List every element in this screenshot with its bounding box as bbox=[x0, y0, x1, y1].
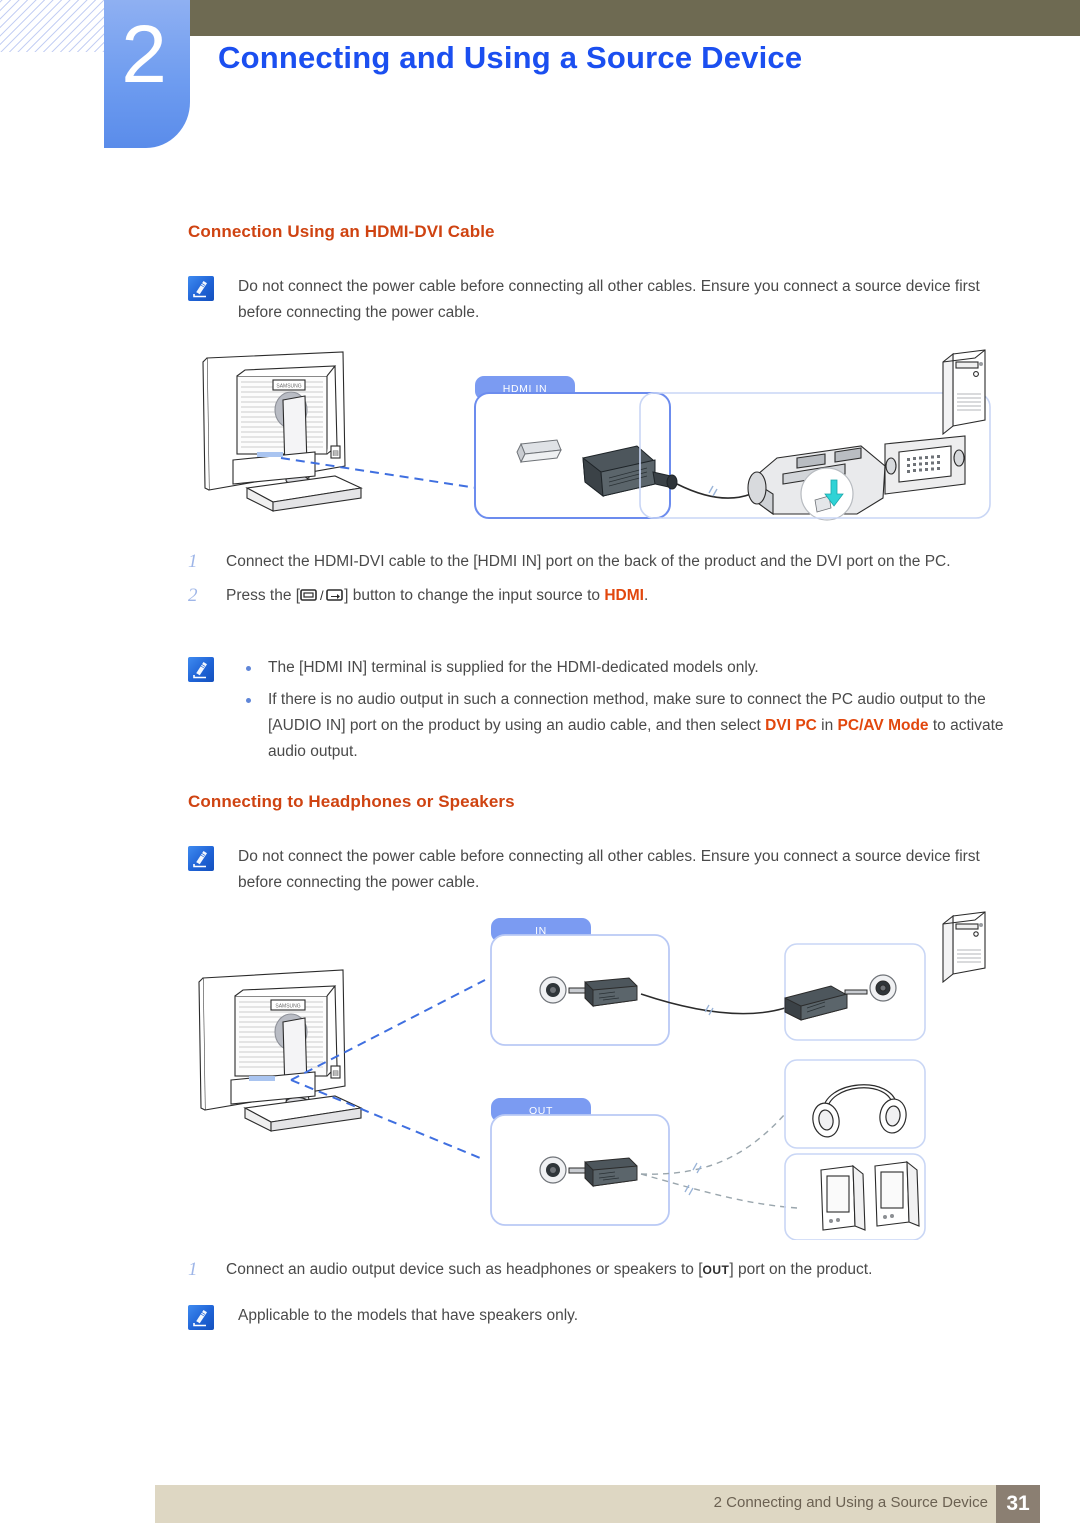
header-olive-bar bbox=[188, 0, 1080, 36]
note-text: Applicable to the models that have speak… bbox=[238, 1307, 579, 1324]
diagram-hdmi-dvi-connection: SAMSUNG ▤ HDMI IN bbox=[202, 349, 991, 521]
dvi-plug-illustration bbox=[747, 445, 886, 521]
pc-tower-illustration bbox=[942, 911, 986, 984]
bullet-highlight-dvi-pc: DVI PC bbox=[765, 717, 817, 734]
callout-audio-in: IN bbox=[490, 918, 670, 1046]
step-text-after: ] port on the product. bbox=[729, 1261, 873, 1278]
headphones-illustration bbox=[812, 1084, 907, 1138]
svg-text:SAMSUNG: SAMSUNG bbox=[275, 1004, 300, 1010]
cable-line-hdmi-dvi bbox=[676, 483, 752, 499]
step-text-mid: ] button to change the input source to bbox=[344, 587, 605, 604]
dvi-port-illustration bbox=[884, 435, 966, 495]
hdmi-port-illustration bbox=[516, 439, 562, 464]
source-key-icon: / bbox=[300, 588, 343, 603]
note-block-hdmi-bullets: The [HDMI IN] terminal is supplied for t… bbox=[188, 655, 1028, 771]
audio-out-jack-illustration bbox=[539, 1156, 638, 1188]
page-number: 31 bbox=[1006, 1492, 1030, 1515]
bullet-text: The [HDMI IN] terminal is supplied for t… bbox=[268, 659, 759, 676]
chapter-number: 2 bbox=[121, 9, 167, 100]
step-text-before: Connect an audio output device such as h… bbox=[226, 1261, 703, 1278]
steps-list-audio: 1 Connect an audio output device such as… bbox=[188, 1256, 872, 1290]
step-number: 2 bbox=[188, 585, 198, 606]
step-text-after: . bbox=[643, 587, 649, 604]
diagram-audio-connection: SAMSUNG ▤ IN OUT bbox=[198, 911, 986, 1240]
note-icon bbox=[188, 657, 214, 682]
note-text: Do not connect the power cable before co… bbox=[238, 278, 980, 321]
out-key-icon: OUT bbox=[702, 1263, 730, 1277]
step-item: 1 Connect an audio output device such as… bbox=[188, 1256, 872, 1284]
note-block-audio-power-cable: Do not connect the power cable before co… bbox=[188, 844, 1008, 896]
chapter-number-badge: 2 bbox=[104, 0, 190, 148]
step-text: Press the [ / ] button to change the input… bbox=[226, 582, 648, 610]
svg-text:SAMSUNG: SAMSUNG bbox=[276, 384, 301, 390]
audio-in-jack-illustration bbox=[539, 976, 638, 1008]
step-text: Connect an audio output device such as h… bbox=[226, 1256, 872, 1284]
bullet-item: The [HDMI IN] terminal is supplied for t… bbox=[238, 655, 1028, 681]
step-item: 1 Connect the HDMI-DVI cable to the [HDM… bbox=[188, 548, 951, 576]
svg-text:▤: ▤ bbox=[332, 450, 339, 457]
step-number: 1 bbox=[188, 551, 198, 572]
bullet-highlight-pc-av-mode: PC/AV Mode bbox=[837, 717, 929, 734]
step-item: 2 Press the [ / ] button to change the inp… bbox=[188, 582, 951, 610]
note-text: Do not connect the power cable before co… bbox=[238, 848, 980, 891]
svg-text:▤: ▤ bbox=[332, 1070, 339, 1077]
step-number: 1 bbox=[188, 1259, 198, 1280]
note-block-speakers-only: Applicable to the models that have speak… bbox=[188, 1303, 578, 1330]
decorative-hatch-pattern bbox=[0, 0, 112, 52]
monitor-illustration: SAMSUNG ▤ bbox=[202, 351, 363, 512]
note-icon bbox=[188, 276, 214, 301]
step-highlight: HDMI bbox=[604, 587, 644, 604]
step-text-before: Press the [ bbox=[226, 587, 301, 604]
cable-break-marker bbox=[708, 485, 718, 497]
callout-headphones bbox=[784, 1059, 926, 1149]
bullet-item: If there is no audio output in such a co… bbox=[238, 687, 1028, 765]
speakers-illustration bbox=[820, 1160, 920, 1231]
step-text: Connect the HDMI-DVI cable to the [HDMI … bbox=[226, 553, 951, 570]
svg-text:/: / bbox=[320, 588, 324, 603]
note-bullets: The [HDMI IN] terminal is supplied for t… bbox=[238, 655, 1028, 771]
footer-text: 2 Connecting and Using a Source Device bbox=[713, 1494, 988, 1511]
steps-list-hdmi-dvi: 1 Connect the HDMI-DVI cable to the [HDM… bbox=[188, 548, 951, 616]
pc-audio-plug-illustration bbox=[784, 974, 897, 1021]
cable-break-marker bbox=[692, 1162, 702, 1174]
note-icon bbox=[188, 846, 214, 871]
note-icon bbox=[188, 1305, 214, 1330]
bullet-text-b: in bbox=[816, 717, 838, 734]
monitor-illustration: SAMSUNG ▤ bbox=[198, 969, 363, 1132]
note-block-hdmi-power-cable: Do not connect the power cable before co… bbox=[188, 274, 1008, 326]
pc-tower-illustration bbox=[942, 349, 986, 436]
page-number-box: 31 bbox=[996, 1485, 1040, 1523]
section-heading-hdmi-dvi: Connection Using an HDMI-DVI Cable bbox=[188, 222, 495, 241]
callout-audio-out: OUT bbox=[490, 1098, 670, 1226]
section-heading-headphones-speakers: Connecting to Headphones or Speakers bbox=[188, 792, 515, 811]
cable-break-marker bbox=[704, 1004, 714, 1016]
chapter-title: Connecting and Using a Source Device bbox=[218, 40, 803, 75]
